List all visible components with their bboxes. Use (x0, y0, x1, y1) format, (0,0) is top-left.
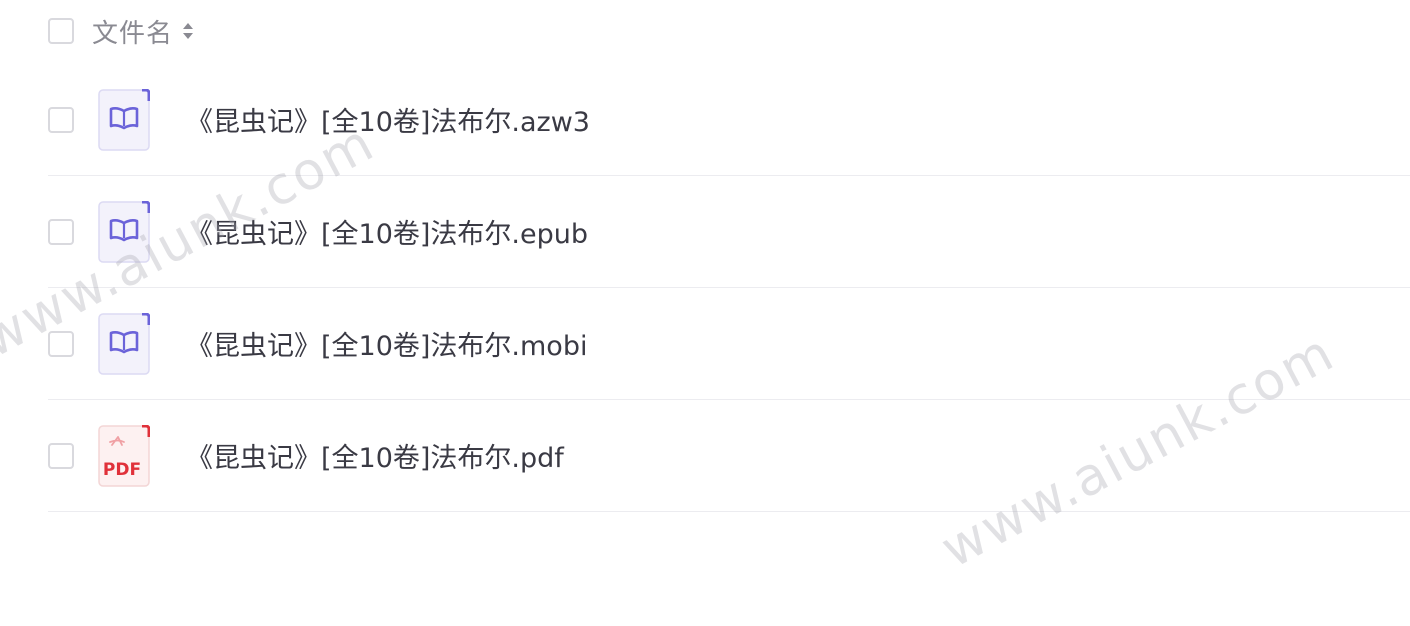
file-row[interactable]: PDF 《昆虫记》[全10卷]法布尔.pdf (48, 400, 1410, 512)
pdf-icon-label: PDF (103, 460, 141, 480)
row-checkbox[interactable] (48, 442, 74, 469)
ebook-icon (98, 88, 150, 151)
file-name[interactable]: 《昆虫记》[全10卷]法布尔.epub (186, 212, 588, 251)
row-checkbox[interactable] (48, 106, 74, 133)
file-row[interactable]: 《昆虫记》[全10卷]法布尔.epub (48, 176, 1410, 288)
filename-column-header[interactable]: 文件名 (92, 13, 173, 50)
file-name[interactable]: 《昆虫记》[全10卷]法布尔.mobi (186, 324, 587, 363)
file-name[interactable]: 《昆虫记》[全10卷]法布尔.azw3 (186, 100, 590, 139)
row-checkbox[interactable] (48, 218, 74, 245)
file-row[interactable]: 《昆虫记》[全10卷]法布尔.mobi (48, 288, 1410, 400)
file-list-page: 文件名 《昆虫记》[全10卷]法布尔.azw3 《昆虫记》[全10卷]法布尔.e… (0, 0, 1410, 626)
file-name[interactable]: 《昆虫记》[全10卷]法布尔.pdf (186, 436, 564, 475)
file-list: 《昆虫记》[全10卷]法布尔.azw3 《昆虫记》[全10卷]法布尔.epub … (48, 64, 1410, 512)
file-row[interactable]: 《昆虫记》[全10卷]法布尔.azw3 (48, 64, 1410, 176)
file-list-header: 文件名 (48, 0, 195, 62)
ebook-icon (98, 312, 150, 375)
row-checkbox[interactable] (48, 330, 74, 357)
sort-icon[interactable] (181, 21, 195, 41)
pdf-icon: PDF (98, 424, 150, 487)
select-all-checkbox[interactable] (48, 18, 74, 44)
ebook-icon (98, 200, 150, 263)
